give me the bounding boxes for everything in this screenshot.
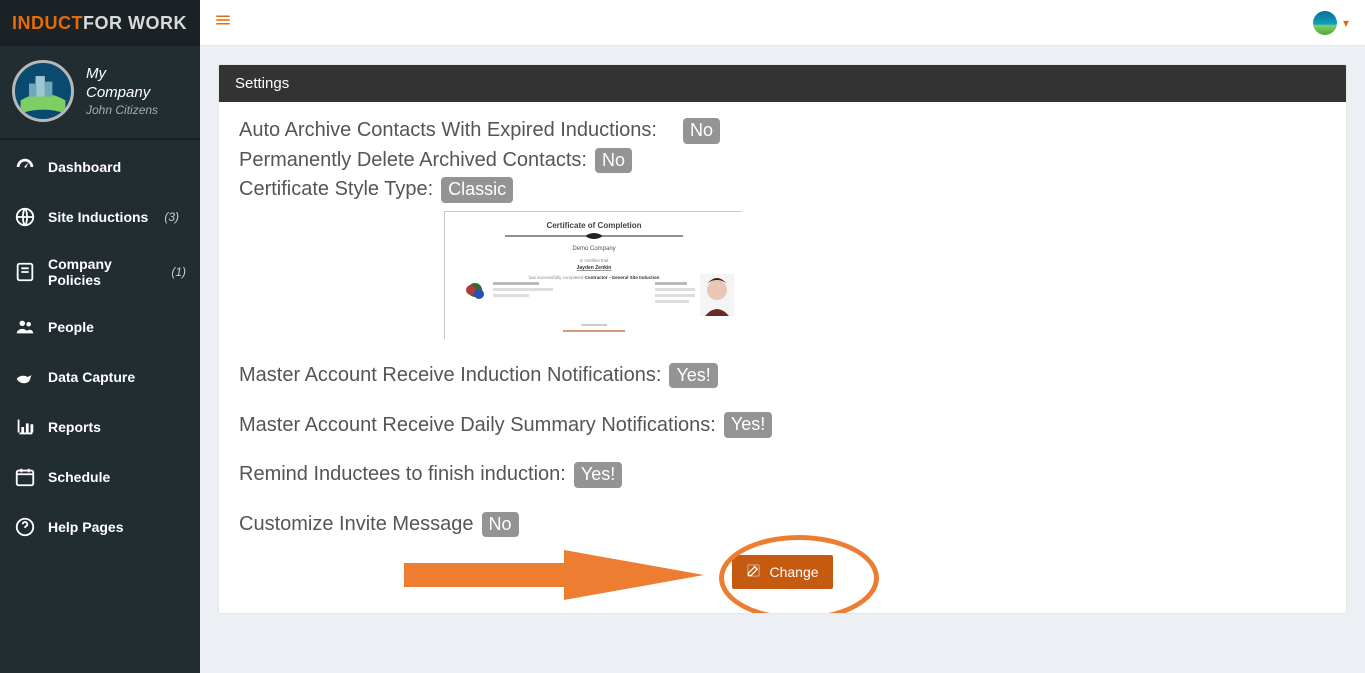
nav-label: People	[48, 319, 94, 335]
chevron-down-icon: ▾	[1343, 16, 1349, 30]
setting-auto-archive: Auto Archive Contacts With Expired Induc…	[239, 118, 1326, 144]
nav-label: Data Capture	[48, 369, 135, 385]
setting-value: Yes!	[669, 363, 717, 389]
nav-label: Reports	[48, 419, 101, 435]
setting-perm-delete: Permanently Delete Archived Contacts: No	[239, 148, 1326, 174]
edit-icon	[746, 563, 761, 581]
sidebar: INDUCT FOR WORK My Company John Citizens	[0, 0, 200, 673]
brand-part1: INDUCT	[12, 13, 83, 34]
setting-label: Auto Archive Contacts With Expired Induc…	[239, 119, 657, 142]
setting-label: Master Account Receive Daily Summary Not…	[239, 414, 716, 437]
setting-label: Certificate Style Type:	[239, 178, 433, 201]
panel-body: Auto Archive Contacts With Expired Induc…	[219, 102, 1346, 613]
company-avatar	[12, 60, 74, 122]
nav-label: Site Inductions	[48, 209, 148, 225]
nav-label: Dashboard	[48, 159, 121, 175]
brand-logo: INDUCT FOR WORK	[0, 0, 200, 46]
nav-count: (1)	[171, 265, 186, 279]
chart-icon	[14, 416, 36, 438]
setting-value: No	[482, 512, 519, 538]
action-row: Change	[239, 555, 1326, 589]
setting-master-daily-notif: Master Account Receive Daily Summary Not…	[239, 412, 1326, 438]
user-panel: My Company John Citizens	[0, 46, 200, 138]
setting-label: Remind Inductees to finish induction:	[239, 463, 566, 486]
user-company-line2: Company	[86, 83, 158, 103]
brand-part2: FOR WORK	[83, 13, 187, 34]
user-info: My Company John Citizens	[86, 64, 158, 119]
nav-schedule[interactable]: Schedule	[0, 452, 200, 502]
nav-reports[interactable]: Reports	[0, 402, 200, 452]
nav-data-capture[interactable]: Data Capture	[0, 352, 200, 402]
hand-icon	[14, 366, 36, 388]
hamburger-icon[interactable]	[214, 11, 232, 34]
user-name: John Citizens	[86, 103, 158, 119]
setting-customize-invite: Customize Invite Message No	[239, 512, 1326, 538]
dashboard-icon	[14, 156, 36, 178]
setting-label: Customize Invite Message	[239, 513, 474, 536]
nav-label: Help Pages	[48, 519, 123, 535]
setting-value: No	[595, 148, 632, 174]
svg-text:Jayden Zenkin: Jayden Zenkin	[577, 265, 612, 271]
sidebar-nav: Dashboard Site Inductions (3) Company Po…	[0, 140, 200, 552]
nav-count: (3)	[164, 210, 179, 224]
nav-site-inductions[interactable]: Site Inductions (3)	[0, 192, 200, 242]
setting-master-induction-notif: Master Account Receive Induction Notific…	[239, 363, 1326, 389]
setting-label: Master Account Receive Induction Notific…	[239, 364, 661, 387]
svg-text:Demo Company: Demo Company	[572, 246, 615, 252]
svg-text:Certificate of Completion: Certificate of Completion	[546, 221, 641, 230]
help-icon	[14, 516, 36, 538]
change-button-label: Change	[769, 564, 818, 580]
setting-value: Yes!	[574, 462, 622, 488]
setting-cert-style: Certificate Style Type: Classic	[239, 177, 1326, 203]
change-button[interactable]: Change	[732, 555, 832, 589]
main: ▾ Settings Auto Archive Contacts With Ex…	[200, 0, 1365, 673]
nav-company-policies[interactable]: Company Policies (1)	[0, 242, 200, 302]
panel-title: Settings	[219, 65, 1346, 102]
top-company-icon	[1313, 11, 1337, 35]
document-icon	[14, 261, 36, 283]
setting-value: No	[683, 118, 720, 144]
highlight-arrow	[404, 545, 704, 610]
calendar-icon	[14, 466, 36, 488]
setting-value: Classic	[441, 177, 513, 203]
setting-remind-inductees: Remind Inductees to finish induction: Ye…	[239, 462, 1326, 488]
top-right-menu[interactable]: ▾	[1313, 11, 1349, 35]
svg-text:Is certifies that: Is certifies that	[579, 258, 609, 263]
svg-text:has successfully completed: has successfully completed Contractor - …	[529, 275, 660, 280]
nav-label: Company Policies	[48, 256, 155, 288]
settings-panel: Settings Auto Archive Contacts With Expi…	[218, 64, 1347, 614]
nav-people[interactable]: People	[0, 302, 200, 352]
nav-label: Schedule	[48, 469, 110, 485]
certificate-preview: Certificate of Completion Demo Company I…	[444, 211, 742, 339]
people-icon	[14, 316, 36, 338]
setting-label: Permanently Delete Archived Contacts:	[239, 149, 587, 172]
topbar: ▾	[200, 0, 1365, 46]
setting-value: Yes!	[724, 412, 772, 438]
nav-help-pages[interactable]: Help Pages	[0, 502, 200, 552]
globe-icon	[14, 206, 36, 228]
user-company-line1: My	[86, 64, 158, 84]
nav-dashboard[interactable]: Dashboard	[0, 142, 200, 192]
content-wrap: Settings Auto Archive Contacts With Expi…	[200, 46, 1365, 673]
